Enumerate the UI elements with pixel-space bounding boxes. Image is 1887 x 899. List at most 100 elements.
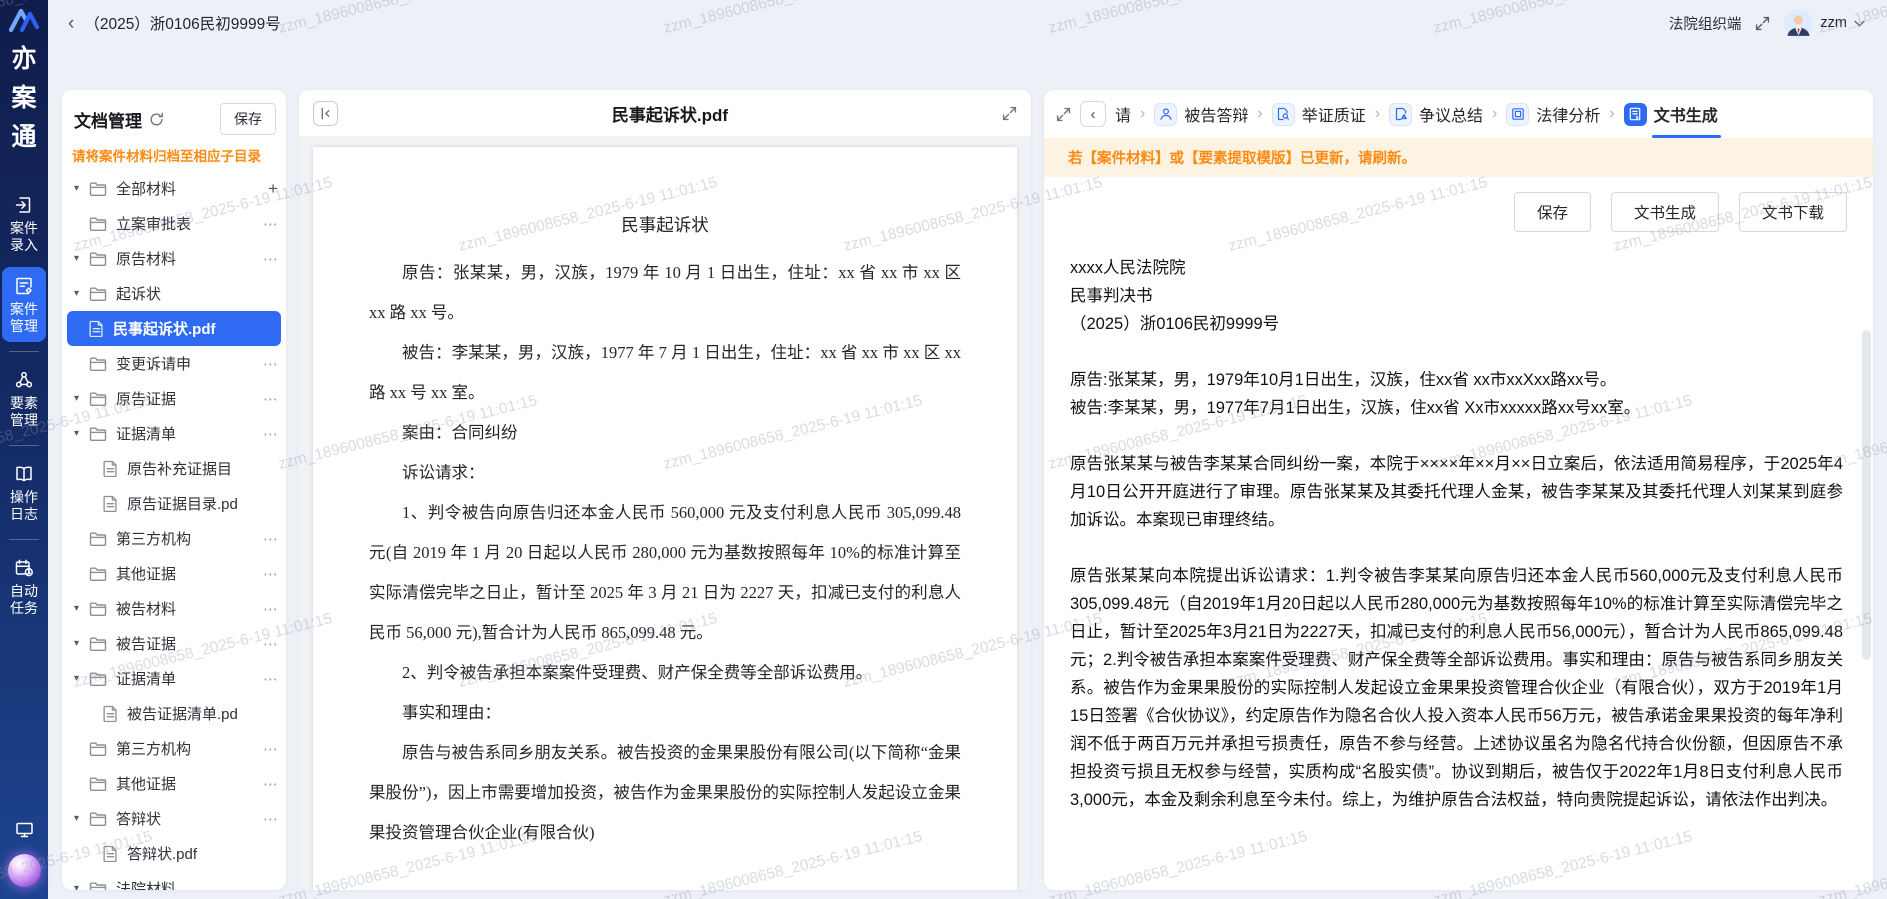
tree-caret-icon[interactable]: ▾ bbox=[74, 603, 89, 614]
tree-caret-icon[interactable]: ▾ bbox=[74, 673, 89, 684]
tree-folder-原告证据[interactable]: ▾原告证据⋯ bbox=[62, 381, 286, 416]
more-actions-icon[interactable]: ⋯ bbox=[259, 355, 278, 373]
tab-争议总结[interactable]: 争议总结 bbox=[1389, 90, 1483, 138]
sidebar-item-案件录入[interactable]: 案件录入 bbox=[2, 186, 46, 261]
more-actions-icon[interactable]: ⋯ bbox=[259, 600, 278, 618]
tree-folder-法院材料[interactable]: ▾ 法院材料 bbox=[62, 871, 286, 890]
pdf-expand-icon[interactable] bbox=[1002, 106, 1017, 121]
sidebar-item-要素管理[interactable]: 要素管理 bbox=[2, 361, 46, 436]
tabs-scroll-left-button[interactable]: ‹ bbox=[1080, 101, 1106, 127]
tree-caret-icon[interactable]: ▾ bbox=[74, 638, 89, 649]
more-actions-icon[interactable]: ⋯ bbox=[259, 390, 278, 408]
tree-folder-证据清单[interactable]: ▾证据清单⋯ bbox=[62, 416, 286, 451]
tab-label: 请 bbox=[1115, 102, 1131, 126]
tree-item-label: 全部材料 bbox=[116, 178, 264, 199]
tree-file-原告证据目录.pd[interactable]: 原告证据目录.pd bbox=[62, 486, 286, 521]
refresh-icon[interactable] bbox=[149, 112, 164, 127]
dashboard-icon[interactable] bbox=[14, 820, 35, 840]
username-label: zzm bbox=[1820, 15, 1847, 31]
tree-item-label: 原告补充证据目 bbox=[127, 458, 278, 479]
tree-folder-答辩状[interactable]: ▾答辩状⋯ bbox=[62, 801, 286, 836]
more-actions-icon[interactable]: ⋯ bbox=[259, 565, 278, 583]
tree-caret-icon[interactable]: ▾ bbox=[74, 253, 89, 264]
tab-举证质证[interactable]: 举证质证 bbox=[1272, 90, 1366, 138]
workflow-action-buttons: 保存文书生成文书下载 bbox=[1044, 177, 1873, 234]
tree-folder-第三方机构[interactable]: 第三方机构⋯ bbox=[62, 521, 286, 556]
file-icon bbox=[89, 320, 104, 337]
more-actions-icon[interactable]: ⋯ bbox=[259, 775, 278, 793]
more-actions-icon[interactable]: ⋯ bbox=[259, 250, 278, 268]
tab-请[interactable]: 请 bbox=[1115, 90, 1131, 138]
more-actions-icon[interactable]: ⋯ bbox=[259, 425, 278, 443]
collapse-sidebar-icon[interactable] bbox=[313, 101, 338, 126]
workflow-button-文书生成[interactable]: 文书生成 bbox=[1611, 192, 1719, 232]
ai-assistant-orb[interactable] bbox=[8, 854, 41, 887]
folder-icon bbox=[89, 216, 107, 232]
more-actions-icon[interactable]: ⋯ bbox=[259, 215, 278, 233]
tree-folder-其他证据[interactable]: 其他证据⋯ bbox=[62, 766, 286, 801]
tree-caret-icon[interactable]: ▾ bbox=[74, 288, 89, 299]
tree-folder-被告证据[interactable]: ▾被告证据⋯ bbox=[62, 626, 286, 661]
sidebar-item-label: 案件管理 bbox=[9, 301, 39, 335]
document-tree-panel: 文档管理 保存 请将案件材料归档至相应子目录 ▾全部材料+立案审批表⋯▾原告材料… bbox=[62, 90, 286, 890]
add-folder-icon[interactable]: + bbox=[264, 179, 278, 199]
tree-caret-icon[interactable]: ▾ bbox=[74, 183, 89, 194]
folder-icon bbox=[89, 636, 107, 652]
tab-被告答辩[interactable]: 被告答辩 bbox=[1154, 90, 1248, 138]
user-menu[interactable]: zzm bbox=[1784, 9, 1865, 38]
tree-item-label: 第三方机构 bbox=[116, 738, 259, 759]
tab-法律分析[interactable]: 法律分析 bbox=[1506, 90, 1600, 138]
back-icon[interactable]: ‹ bbox=[68, 14, 74, 33]
more-actions-icon[interactable]: ⋯ bbox=[259, 670, 278, 688]
doc-generate-icon bbox=[1624, 103, 1647, 126]
tree-folder-第三方机构[interactable]: 第三方机构⋯ bbox=[62, 731, 286, 766]
workflow-tab-bar: ‹ 请›被告答辩›举证质证›争议总结›法律分析›文书生成 bbox=[1044, 90, 1873, 138]
fullscreen-expand-icon[interactable] bbox=[1755, 16, 1770, 31]
tree-caret-icon[interactable]: ▾ bbox=[74, 393, 89, 404]
scrollbar-thumb[interactable] bbox=[1862, 330, 1871, 660]
tab-文书生成[interactable]: 文书生成 bbox=[1624, 90, 1718, 138]
more-actions-icon[interactable]: ⋯ bbox=[259, 810, 278, 828]
tree-save-button[interactable]: 保存 bbox=[220, 103, 276, 135]
pdf-scroll-area[interactable]: 民事起诉状 原告：张某某，男，汉族，1979 年 10 月 1 日出生，住址：x… bbox=[299, 137, 1031, 890]
tree-caret-icon[interactable]: ▾ bbox=[74, 813, 89, 824]
more-actions-icon[interactable]: ⋯ bbox=[259, 740, 278, 758]
document-block: 原告张某某与被告李某某合同纠纷一案，本院于××××年××月××日立案后，依法适用… bbox=[1070, 450, 1843, 534]
tree-archive-notice: 请将案件材料归档至相应子目录 bbox=[62, 145, 286, 167]
tree-folder-证据清单[interactable]: ▾证据清单⋯ bbox=[62, 661, 286, 696]
pdf-viewer-panel: 民事起诉状.pdf 民事起诉状 原告：张某某，男，汉族，1979 年 10 月 … bbox=[299, 90, 1031, 890]
workflow-button-保存[interactable]: 保存 bbox=[1514, 192, 1591, 232]
tree-caret-icon[interactable]: ▾ bbox=[74, 428, 89, 439]
tree-file-被告证据清单.pd[interactable]: 被告证据清单.pd bbox=[62, 696, 286, 731]
workflow-expand-icon[interactable] bbox=[1056, 107, 1071, 122]
tree-folder-其他证据[interactable]: 其他证据⋯ bbox=[62, 556, 286, 591]
tree-folder-被告材料[interactable]: ▾被告材料⋯ bbox=[62, 591, 286, 626]
case-number-title: （2025）浙0106民初9999号 bbox=[84, 12, 280, 34]
sidebar-nav: 案件录入案件管理要素管理操作日志自动任务 bbox=[0, 183, 48, 627]
tree-file-答辩状.pdf[interactable]: 答辩状.pdf bbox=[62, 836, 286, 871]
tree-item-label: 原告证据目录.pd bbox=[127, 493, 278, 514]
tree-caret-icon[interactable]: ▾ bbox=[74, 883, 89, 890]
tab-label: 举证质证 bbox=[1302, 102, 1366, 126]
workflow-button-文书下载[interactable]: 文书下载 bbox=[1739, 192, 1847, 232]
tree-file-原告补充证据目[interactable]: 原告补充证据目 bbox=[62, 451, 286, 486]
sidebar-item-操作日志[interactable]: 操作日志 bbox=[2, 455, 46, 530]
more-actions-icon[interactable]: ⋯ bbox=[259, 635, 278, 653]
tree-folder-变更诉请申[interactable]: 变更诉请申⋯ bbox=[62, 346, 286, 381]
generated-document[interactable]: xxxx人民法院院民事判决书（2025）浙0106民初9999号原告:张某某，男… bbox=[1044, 234, 1873, 890]
tree-folder-全部材料[interactable]: ▾ 全部材料+ bbox=[62, 171, 286, 206]
tree-folder-起诉状[interactable]: ▾起诉状 bbox=[62, 276, 286, 311]
tree-folder-原告材料[interactable]: ▾原告材料⋯ bbox=[62, 241, 286, 276]
sidebar-item-label: 操作日志 bbox=[9, 489, 39, 523]
sidebar-item-label: 要素管理 bbox=[9, 395, 39, 429]
tree-file-民事起诉状.pdf[interactable]: 民事起诉状.pdf bbox=[67, 311, 281, 346]
tree-item-label: 第三方机构 bbox=[116, 528, 259, 549]
more-actions-icon[interactable]: ⋯ bbox=[259, 530, 278, 548]
document-block: 原告张某某向本院提出诉讼请求：1.判令被告李某某向原告归还本金人民币560,00… bbox=[1070, 562, 1843, 814]
sidebar-item-自动任务[interactable]: 自动任务 bbox=[2, 549, 46, 624]
tree-item-label: 法院材料 bbox=[116, 878, 278, 890]
sidebar-item-案件管理[interactable]: 案件管理 bbox=[2, 267, 46, 342]
doc-alert-icon bbox=[1389, 103, 1412, 126]
tree-folder-立案审批表[interactable]: 立案审批表⋯ bbox=[62, 206, 286, 241]
folder-icon bbox=[89, 671, 107, 687]
